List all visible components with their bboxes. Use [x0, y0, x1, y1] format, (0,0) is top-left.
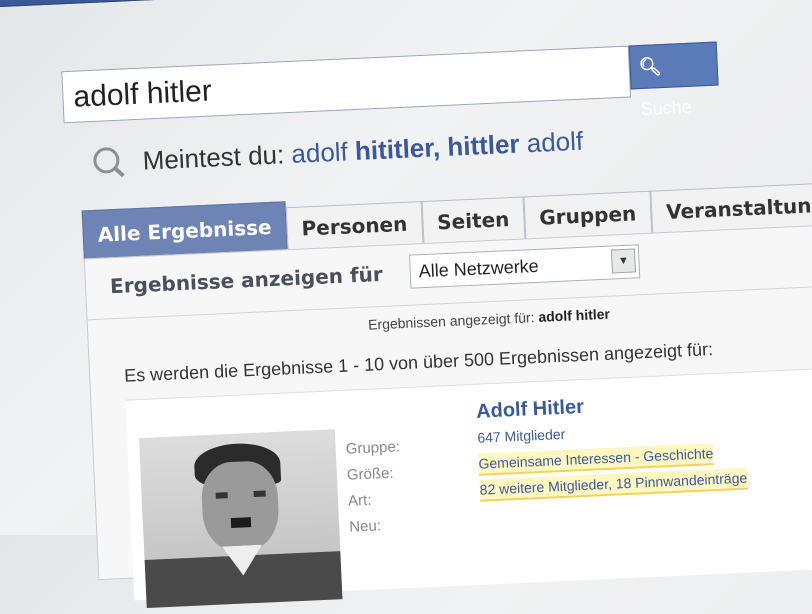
label-neu: Neu: — [348, 517, 382, 536]
label-groesse: Größe: — [346, 464, 394, 484]
search-button-label: Suche — [640, 96, 693, 120]
network-select[interactable]: Alle Netzwerke ▼ — [408, 244, 641, 289]
top-bar: face — [0, 0, 812, 8]
tab-seiten[interactable]: Seiten — [421, 196, 526, 245]
tab-personen[interactable]: Personen — [285, 201, 424, 251]
facebook-search-page: face adolf hitler 🔍︎ Suche Meintest du: … — [0, 0, 812, 608]
suggestion-term-hittler[interactable]: hittler — [447, 129, 521, 162]
filter-label: Ergebnisse anzeigen für — [109, 261, 384, 299]
photo-face — [200, 459, 281, 554]
spelling-suggestion: Meintest du: adolf hititler, hittler ado… — [92, 124, 584, 179]
search-button[interactable]: 🔍︎ Suche — [628, 41, 719, 119]
tab-gruppen[interactable]: Gruppen — [523, 190, 653, 240]
network-select-value: Alle Netzwerke — [418, 255, 540, 282]
results-meta: Ergebnissen angezeigt für: adolf hitler — [368, 306, 610, 333]
results-meta-prefix: Ergebnissen angezeigt für: — [367, 309, 535, 333]
results-meta-query: adolf hitler — [538, 305, 611, 325]
dropdown-arrow-icon[interactable]: ▼ — [610, 248, 637, 274]
brand-logo[interactable]: face — [7, 0, 60, 5]
result-values: 647 Mitglieder Gemeinsame Interessen - G… — [477, 413, 748, 503]
suggestion-term-hititler[interactable]: hititler, — [354, 132, 441, 166]
label-art: Art: — [347, 491, 372, 510]
suggestion-term-adolf-2[interactable]: adolf — [526, 126, 584, 159]
photo-moustache — [230, 517, 252, 529]
result-labels: Gruppe: Größe: Art: Neu: — [345, 434, 404, 540]
result-card: Adolf Hitler Gruppe: Größe: Art: Neu: 64… — [125, 366, 812, 608]
result-photo[interactable] — [139, 429, 343, 608]
results-panel: Ergebnisse anzeigen für Alle Netzwerke ▼… — [83, 222, 812, 608]
suggestion-prefix: Meintest du: — [141, 139, 285, 176]
magnifier-icon — [92, 146, 120, 174]
search-input[interactable]: adolf hitler — [61, 45, 632, 124]
label-gruppe: Gruppe: — [345, 438, 401, 458]
search-icon: 🔍︎ — [638, 56, 662, 78]
suggestion-term-adolf[interactable]: adolf — [291, 136, 349, 169]
